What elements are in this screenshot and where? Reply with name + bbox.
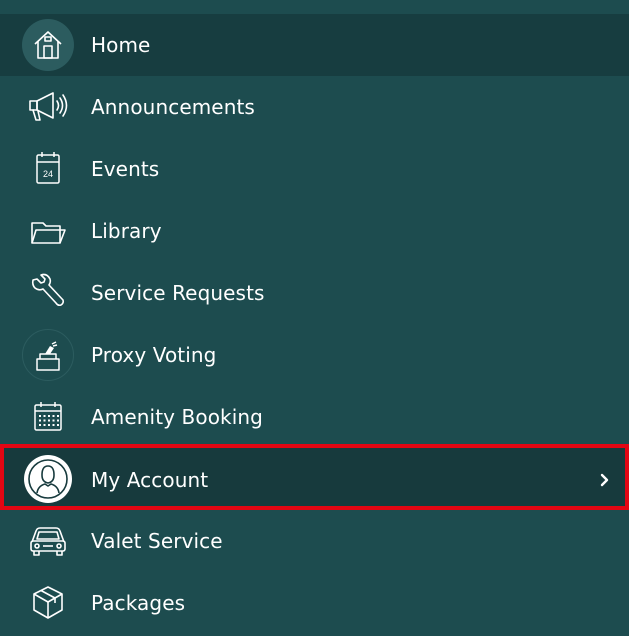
car-icon (22, 515, 74, 567)
folder-icon (22, 205, 74, 257)
side-menu: Home Announcements 24 Events Library Ser… (0, 0, 629, 636)
menu-label-my-account: My Account (91, 468, 209, 492)
wrench-icon (22, 267, 74, 319)
svg-text:24: 24 (43, 169, 53, 179)
menu-label-service-requests: Service Requests (91, 281, 265, 305)
megaphone-icon (22, 81, 74, 133)
menu-item-announcements[interactable]: Announcements (0, 76, 629, 138)
package-box-icon (22, 577, 74, 629)
calendar-24-icon: 24 (22, 143, 74, 195)
menu-label-announcements: Announcements (91, 95, 255, 119)
menu-label-proxy-voting: Proxy Voting (91, 343, 217, 367)
menu-item-library[interactable]: Library (0, 200, 629, 262)
menu-item-amenity-booking[interactable]: Amenity Booking (0, 386, 629, 448)
menu-label-packages: Packages (91, 591, 186, 615)
menu-label-home: Home (91, 33, 151, 57)
menu-item-packages[interactable]: Packages (0, 572, 629, 634)
menu-label-amenity-booking: Amenity Booking (91, 405, 263, 429)
user-avatar-icon (22, 453, 74, 505)
menu-item-events[interactable]: 24 Events (0, 138, 629, 200)
menu-item-service-requests[interactable]: Service Requests (0, 262, 629, 324)
chevron-right-icon (599, 472, 611, 487)
menu-label-valet-service: Valet Service (91, 529, 223, 553)
menu-label-library: Library (91, 219, 162, 243)
home-icon (22, 19, 74, 71)
ballot-box-icon (22, 329, 74, 381)
menu-label-events: Events (91, 157, 160, 181)
menu-item-my-account[interactable]: My Account (0, 444, 629, 510)
menu-item-home[interactable]: Home (0, 14, 629, 76)
menu-item-proxy-voting[interactable]: Proxy Voting (0, 324, 629, 386)
calendar-grid-icon (22, 391, 74, 443)
menu-item-valet-service[interactable]: Valet Service (0, 510, 629, 572)
